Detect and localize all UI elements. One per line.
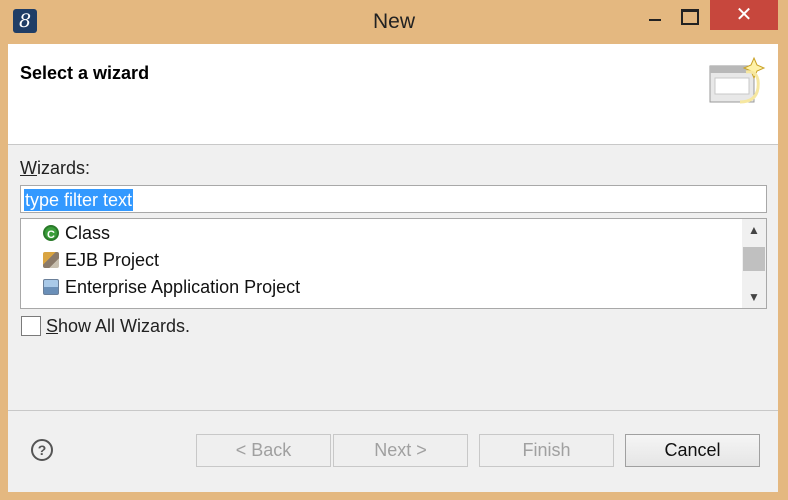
show-all-mnemonic: S bbox=[46, 316, 59, 336]
wizards-label-rest: izards: bbox=[37, 158, 91, 178]
title-bar[interactable]: 8 New ✕ bbox=[0, 0, 788, 44]
wizard-tree[interactable]: Class EJB Project Enterprise Application… bbox=[20, 218, 767, 309]
maximize-button[interactable] bbox=[672, 0, 706, 30]
filter-input[interactable]: type filter text bbox=[20, 185, 767, 213]
separator bbox=[8, 410, 778, 411]
back-button[interactable]: < Back bbox=[196, 434, 331, 467]
java-class-icon bbox=[43, 222, 59, 248]
tree-item-label: Class bbox=[65, 223, 111, 243]
enterprise-app-icon bbox=[43, 279, 59, 295]
scroll-down-arrow-icon[interactable]: ▼ bbox=[742, 286, 766, 308]
wizard-banner-icon bbox=[709, 56, 766, 104]
scroll-thumb[interactable] bbox=[743, 247, 765, 271]
help-icon[interactable]: ? bbox=[31, 439, 53, 461]
new-wizard-dialog: 8 New ✕ Select a wizard Wizards: type fi… bbox=[0, 0, 788, 500]
banner-title: Select a wizard bbox=[20, 63, 150, 83]
tree-item-label: EJB Project bbox=[65, 250, 160, 270]
cancel-button[interactable]: Cancel bbox=[625, 434, 760, 467]
wizard-banner: Select a wizard bbox=[8, 44, 778, 145]
tree-item-class[interactable]: Class bbox=[43, 220, 111, 248]
checkbox-box[interactable] bbox=[21, 316, 41, 336]
tree-item-enterprise-application-project[interactable]: Enterprise Application Project bbox=[43, 274, 300, 300]
vertical-scrollbar[interactable]: ▲ ▼ bbox=[742, 219, 766, 308]
show-all-label: how All Wizards. bbox=[58, 316, 191, 336]
scroll-up-arrow-icon[interactable]: ▲ bbox=[742, 219, 766, 241]
wizards-label-mnemonic: W bbox=[20, 158, 37, 178]
filter-input-text: type filter text bbox=[24, 189, 134, 211]
ejb-project-icon bbox=[43, 252, 59, 268]
show-all-wizards-checkbox[interactable]: Show All Wizards. bbox=[21, 315, 190, 337]
tree-item-label: Enterprise Application Project bbox=[65, 277, 301, 297]
dialog-content: Select a wizard Wizards: type filter tex… bbox=[8, 44, 778, 492]
next-button[interactable]: Next > bbox=[333, 434, 468, 467]
close-button[interactable]: ✕ bbox=[710, 0, 778, 30]
tree-item-ejb-project[interactable]: EJB Project bbox=[43, 247, 159, 273]
wizards-label: Wizards: bbox=[20, 158, 90, 179]
minimize-button[interactable] bbox=[638, 0, 672, 30]
finish-button[interactable]: Finish bbox=[479, 434, 614, 467]
